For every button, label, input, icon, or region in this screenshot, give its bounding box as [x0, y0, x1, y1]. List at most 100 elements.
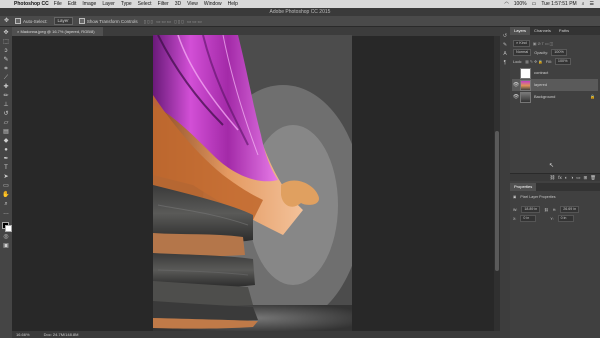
link-icon[interactable]: ⛓ [544, 208, 549, 212]
layer-row-selected[interactable]: 👁 layered [512, 79, 598, 91]
menu-layer[interactable]: Layer [102, 0, 115, 8]
quick-select-tool-icon[interactable]: ✎ [2, 57, 10, 64]
auto-select-checkbox[interactable]: Auto-Select: [15, 16, 48, 27]
zoom-tool-icon[interactable]: ⌕ [2, 201, 10, 208]
move-tool-icon[interactable]: ✥ [2, 30, 10, 37]
menu-image[interactable]: Image [82, 0, 96, 8]
pen-tool-icon[interactable]: ✒ [2, 156, 10, 163]
properties-panel-header: Properties [510, 183, 600, 191]
document-tab[interactable]: × Madonna.jpeg @ 16.7% (layered, RGB/8) [12, 27, 103, 36]
transform-controls-checkbox[interactable]: Show Transform Controls [78, 16, 138, 27]
healing-tool-icon[interactable]: ✚ [2, 84, 10, 91]
scrollbar-thumb[interactable] [495, 131, 499, 271]
menu-3d[interactable]: 3D [175, 0, 181, 8]
eraser-tool-icon[interactable]: ▱ [2, 120, 10, 127]
tab-paths[interactable]: Paths [555, 27, 573, 35]
doc-size: Doc: 24.7M/148.8M [43, 332, 79, 337]
brush-settings-icon[interactable]: ✎ [502, 42, 508, 48]
layer-thumbnail [520, 91, 531, 103]
history-brush-tool-icon[interactable]: ↺ [2, 111, 10, 118]
tab-channels[interactable]: Channels [530, 27, 555, 35]
crop-tool-icon[interactable]: ⌗ [2, 66, 10, 73]
menu-list-icon[interactable]: ☰ [590, 0, 594, 8]
character-icon[interactable]: A [502, 51, 508, 57]
brush-tool-icon[interactable]: ✏ [2, 93, 10, 100]
eye-icon[interactable]: 👁 [512, 79, 520, 91]
opacity-field[interactable]: 100% [551, 49, 567, 56]
fx-icon[interactable]: fx [558, 174, 562, 181]
lock-row: Lock: ▦ ✎ ✥ 🔒 Fill: 100% [513, 58, 571, 65]
height-field[interactable]: 26.69 in [560, 206, 580, 213]
screen-mode-icon[interactable]: ▣ [2, 243, 10, 250]
more-tools-icon[interactable]: … [2, 210, 10, 217]
battery-percent: 100% [513, 1, 527, 7]
dodge-tool-icon[interactable]: ● [2, 147, 10, 154]
battery-icon[interactable]: ▭ [532, 0, 537, 8]
layer-filter-row: ⌕ Kind ▣ ⊘ T ▭ ◫ [513, 40, 553, 47]
blend-mode-dropdown[interactable]: Normal [513, 49, 532, 56]
y-label: Y: [550, 216, 554, 221]
stamp-tool-icon[interactable]: ⊥ [2, 102, 10, 109]
window-title: Adobe Photoshop CC 2015 [269, 9, 331, 15]
layer-thumbnail [520, 79, 531, 91]
align-icons[interactable]: ▯▯▯ ▭▭▭ ▯▯▯ ▭▭▭ [144, 16, 203, 27]
layer-filter-dropdown[interactable]: ⌕ Kind [513, 40, 530, 47]
lock-label: Lock: [513, 59, 523, 64]
width-field[interactable]: 18.89 in [521, 206, 541, 213]
layers-footer: ⛓ fx ◐ ◑ ▭ ⊞ 🗑 [510, 173, 600, 181]
gradient-tool-icon[interactable]: ▤ [2, 129, 10, 136]
search-icon[interactable]: ⌕ [582, 0, 585, 8]
auto-select-dropdown[interactable]: Layer [53, 17, 73, 25]
shape-tool-icon[interactable]: ▭ [2, 183, 10, 190]
type-tool-icon[interactable]: T [2, 165, 10, 172]
menu-file[interactable]: File [54, 0, 62, 8]
tab-properties[interactable]: Properties [510, 183, 537, 191]
menu-select[interactable]: Select [138, 0, 152, 8]
y-field[interactable]: 0 in [557, 215, 574, 222]
hand-tool-icon[interactable]: ✋ [2, 192, 10, 199]
blur-tool-icon[interactable]: ◆ [2, 138, 10, 145]
clock[interactable]: Tue 1:57:51 PM [541, 0, 576, 8]
x-field[interactable]: 0 in [520, 215, 537, 222]
lock-icon[interactable]: 🔒 [590, 91, 595, 103]
lasso-tool-icon[interactable]: ↄ [2, 48, 10, 55]
lock-icons[interactable]: ▦ ✎ ✥ 🔒 [525, 59, 543, 64]
status-icons: ◠ 100% ▭ Tue 1:57:51 PM ⌕ ☰ [504, 0, 594, 8]
mask-icon[interactable]: ◐ [565, 174, 568, 181]
adjustment-icon[interactable]: ◑ [571, 174, 574, 181]
zoom-level[interactable]: 16.66% [16, 331, 30, 338]
new-layer-icon[interactable]: ⊞ [584, 174, 588, 181]
quick-mask-icon[interactable]: ◎ [2, 234, 10, 241]
eyedropper-tool-icon[interactable]: ⟋ [2, 75, 10, 82]
menu-type[interactable]: Type [121, 0, 132, 8]
move-tool-icon[interactable]: ✥ [4, 16, 9, 27]
marquee-tool-icon[interactable]: ⬚ [2, 39, 10, 46]
layer-row[interactable]: contract [512, 67, 598, 79]
layer-row[interactable]: 👁 Background 🔒 [512, 91, 598, 103]
menu-edit[interactable]: Edit [68, 0, 77, 8]
fill-label: Fill: [545, 59, 552, 64]
path-select-tool-icon[interactable]: ➤ [2, 174, 10, 181]
menu-view[interactable]: View [187, 0, 198, 8]
folder-icon[interactable]: ▭ [576, 174, 580, 181]
menu-window[interactable]: Window [204, 0, 222, 8]
menu-filter[interactable]: Filter [158, 0, 169, 8]
blend-row: Normal Opacity: 100% [513, 49, 567, 56]
menu-help[interactable]: Help [228, 0, 238, 8]
trash-icon[interactable]: 🗑 [590, 174, 596, 181]
position-row: X: 0 in Y: 0 in [513, 215, 574, 222]
filter-icons[interactable]: ▣ ⊘ T ▭ ◫ [533, 41, 553, 46]
w-label: W: [513, 207, 518, 212]
tab-layers[interactable]: Layers [510, 27, 531, 35]
fill-field[interactable]: 100% [554, 58, 571, 65]
wifi-icon[interactable]: ◠ [504, 0, 508, 8]
link-icon[interactable]: ⛓ [550, 174, 556, 181]
pixel-layer-icon: ▣ [513, 195, 517, 199]
app-menu[interactable]: Photoshop CC [14, 0, 49, 8]
eye-icon[interactable]: 👁 [512, 91, 520, 103]
document-canvas-image[interactable] [153, 35, 352, 331]
h-label: H: [552, 207, 557, 212]
history-icon[interactable]: ↺ [502, 33, 508, 39]
background-color-swatch[interactable] [5, 225, 12, 232]
paragraph-icon[interactable]: ¶ [502, 60, 508, 66]
